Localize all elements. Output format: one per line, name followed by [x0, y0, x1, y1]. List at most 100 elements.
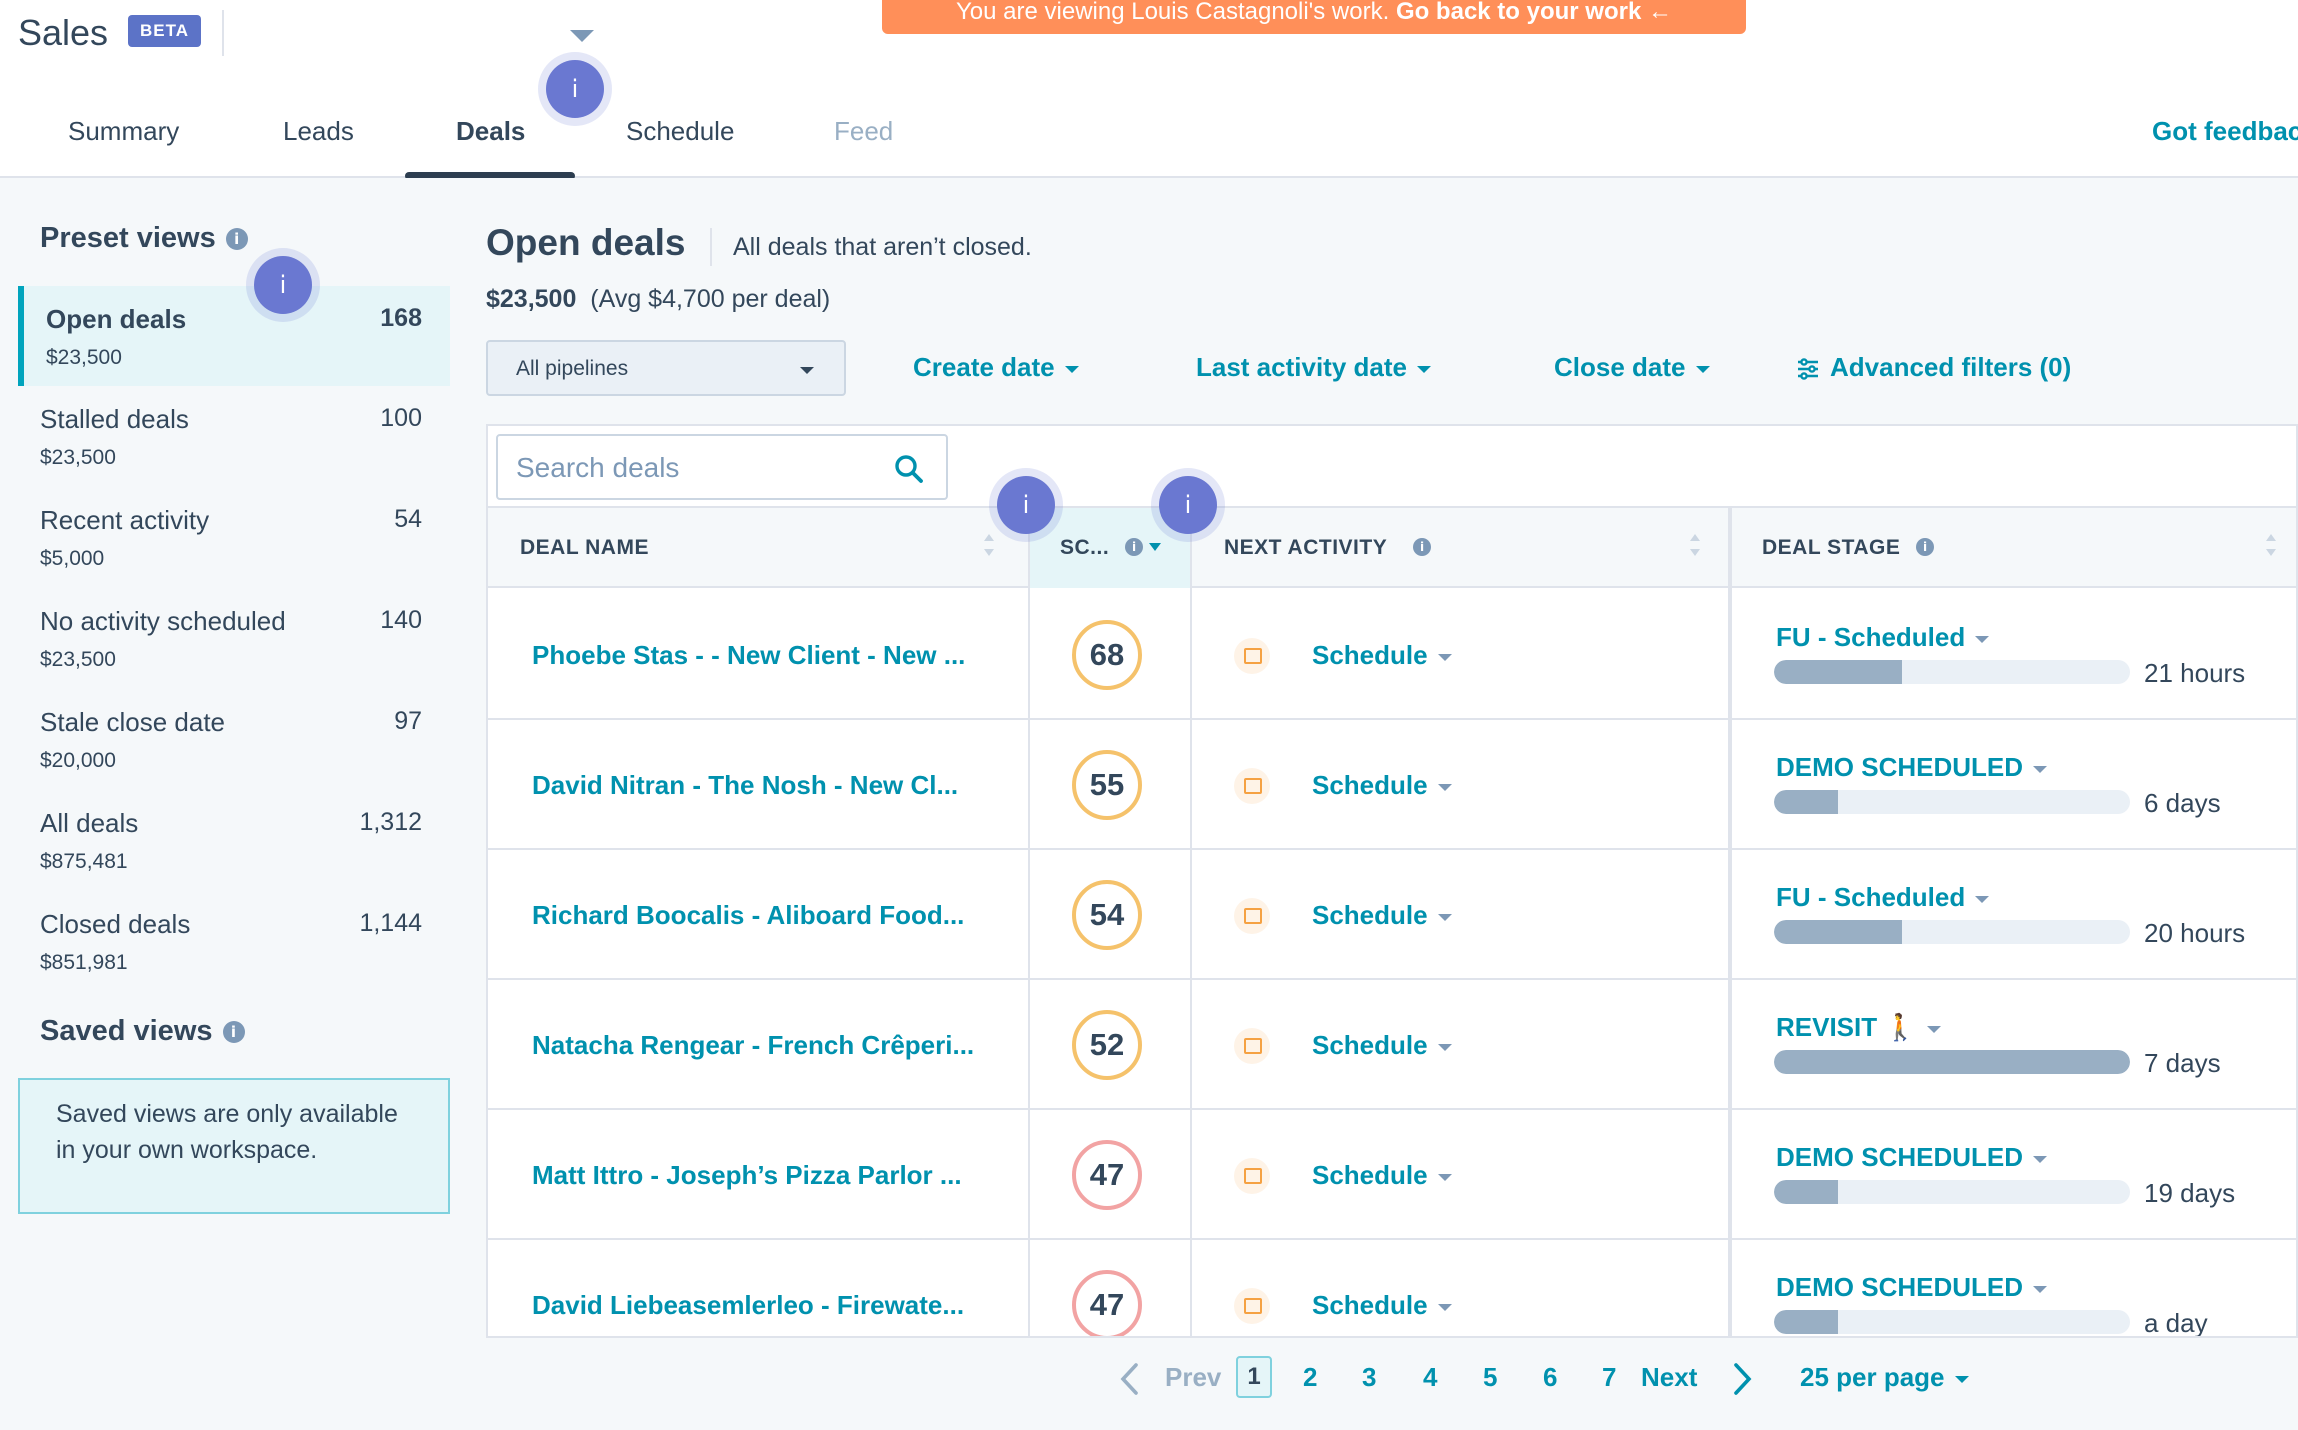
info-icon[interactable]: i	[222, 1021, 245, 1044]
table-row[interactable]: Matt Ittro - Joseph’s Pizza Parlor ... 4…	[488, 1110, 2296, 1240]
view-stale-close-date[interactable]: Stale close date 97 $20,000	[18, 689, 450, 789]
filter-label: Close date	[1554, 352, 1686, 382]
prev-page-button[interactable]: Prev	[1165, 1362, 1221, 1393]
deal-name-link[interactable]: David Liebeasemlerleo - Firewate...	[532, 1290, 1000, 1321]
table-row[interactable]: David Nitran - The Nosh - New Cl... 55 S…	[488, 720, 2296, 850]
schedule-activity-button[interactable]: Schedule	[1312, 1160, 1452, 1191]
stage-progress-bar	[1774, 660, 2130, 684]
next-activity-header[interactable]: NEXT ACTIVITY	[1224, 536, 1387, 560]
view-name: Recent activity	[40, 505, 210, 535]
sort-icon[interactable]	[1688, 530, 1702, 560]
deal-stage-select[interactable]: DEMO SCHEDULED	[1776, 752, 2048, 783]
stage-progress-bar	[1774, 920, 2130, 944]
view-all-deals[interactable]: All deals 1,312 $875,481	[18, 790, 450, 890]
pipeline-value: All pipelines	[516, 357, 629, 380]
stage-progress-bar	[1774, 1310, 2130, 1334]
deal-stage-select[interactable]: FU - Scheduled	[1776, 622, 1990, 653]
table-row[interactable]: Richard Boocalis - Aliboard Food... 54 S…	[488, 850, 2296, 980]
view-count: 1,312	[359, 808, 422, 836]
chevron-right-icon[interactable]	[1732, 1362, 1754, 1396]
chevron-down-icon	[1695, 365, 1710, 373]
score-header[interactable]: SC...	[1060, 536, 1109, 560]
stage-label: REVISIT 🚶	[1776, 1012, 1917, 1042]
schedule-activity-button[interactable]: Schedule	[1312, 900, 1452, 931]
page-6-button[interactable]: 6	[1543, 1362, 1557, 1393]
view-stalled-deals[interactable]: Stalled deals 100 $23,500	[18, 386, 450, 486]
view-amount: $5,000	[40, 547, 105, 570]
info-icon[interactable]: i	[1125, 538, 1143, 556]
page-4-button[interactable]: 4	[1423, 1362, 1437, 1393]
table-row[interactable]: Natacha Rengear - French Crêperi... 52 S…	[488, 980, 2296, 1110]
deal-name-link[interactable]: Matt Ittro - Joseph’s Pizza Parlor ...	[532, 1160, 1000, 1191]
chevron-down-icon	[1975, 635, 1990, 643]
view-no-activity-scheduled[interactable]: No activity scheduled 140 $23,500	[18, 588, 450, 688]
deal-stage-select[interactable]: DEMO SCHEDULED	[1776, 1272, 2048, 1303]
page-1-button[interactable]: 1	[1236, 1356, 1272, 1398]
create-date-filter[interactable]: Create date	[913, 352, 1079, 383]
filter-label: Advanced filters (0)	[1830, 352, 2072, 382]
chevron-left-icon[interactable]	[1118, 1362, 1140, 1396]
onboarding-beacon[interactable]: i	[546, 60, 604, 118]
saved-views-heading: Saved views i	[40, 1015, 245, 1048]
deal-name-link[interactable]: Richard Boocalis - Aliboard Food...	[532, 900, 1000, 931]
chevron-down-icon	[800, 367, 814, 374]
deal-name-link[interactable]: David Nitran - The Nosh - New Cl...	[532, 770, 1000, 801]
calendar-icon	[1234, 768, 1270, 804]
activity-label: Schedule	[1312, 1160, 1428, 1190]
info-icon[interactable]: i	[1916, 538, 1934, 556]
search-icon[interactable]	[894, 454, 924, 484]
schedule-activity-button[interactable]: Schedule	[1312, 770, 1452, 801]
per-page-select[interactable]: 25 per page	[1800, 1362, 1969, 1393]
page-2-button[interactable]: 2	[1303, 1362, 1317, 1393]
onboarding-beacon[interactable]: i	[1159, 476, 1217, 534]
schedule-activity-button[interactable]: Schedule	[1312, 640, 1452, 671]
deal-score: 47	[1072, 1270, 1142, 1336]
last-activity-date-filter[interactable]: Last activity date	[1196, 352, 1431, 383]
view-open-deals[interactable]: Open deals 168 $23,500	[18, 286, 450, 386]
view-closed-deals[interactable]: Closed deals 1,144 $851,981	[18, 891, 450, 991]
onboarding-beacon[interactable]: i	[254, 256, 312, 314]
page-3-button[interactable]: 3	[1362, 1362, 1376, 1393]
sort-icon[interactable]	[982, 530, 996, 560]
deal-stage-select[interactable]: FU - Scheduled	[1776, 882, 1990, 913]
close-date-filter[interactable]: Close date	[1554, 352, 1710, 383]
tab-leads[interactable]: Leads	[283, 116, 354, 147]
schedule-activity-button[interactable]: Schedule	[1312, 1030, 1452, 1061]
page-7-button[interactable]: 7	[1602, 1362, 1616, 1393]
feedback-link[interactable]: Got feedback	[2152, 116, 2298, 147]
stage-label: FU - Scheduled	[1776, 622, 1966, 652]
info-icon[interactable]: i	[225, 228, 248, 251]
onboarding-beacon[interactable]: i	[997, 476, 1055, 534]
page-5-button[interactable]: 5	[1483, 1362, 1497, 1393]
next-page-button[interactable]: Next	[1641, 1362, 1697, 1393]
sort-descending-icon[interactable]	[1148, 540, 1162, 554]
tab-summary[interactable]: Summary	[68, 116, 179, 147]
tab-deals[interactable]: Deals	[456, 116, 525, 147]
advanced-filters-button[interactable]: Advanced filters (0)	[1796, 352, 2071, 383]
stage-progress-bar	[1774, 790, 2130, 814]
divider	[222, 10, 224, 56]
tab-feed[interactable]: Feed	[834, 116, 893, 147]
deal-stage-header[interactable]: DEAL STAGE	[1762, 536, 1900, 560]
deal-name-header[interactable]: DEAL NAME	[520, 536, 649, 560]
deal-name-link[interactable]: Phoebe Stas - - New Client - New ...	[532, 640, 1000, 671]
app-title: Sales	[18, 12, 109, 53]
table-row[interactable]: David Liebeasemlerleo - Firewate... 47 S…	[488, 1240, 2296, 1336]
stage-progress-fill	[1774, 920, 1903, 944]
info-icon[interactable]: i	[1413, 538, 1431, 556]
go-back-link[interactable]: Go back to your work ←	[1396, 0, 1672, 25]
view-count: 97	[394, 707, 422, 735]
stage-progress-fill	[1774, 1050, 2130, 1074]
chevron-down-icon[interactable]	[570, 30, 594, 42]
schedule-activity-button[interactable]: Schedule	[1312, 1290, 1452, 1321]
deal-stage-select[interactable]: REVISIT 🚶	[1776, 1012, 1941, 1043]
view-recent-activity[interactable]: Recent activity 54 $5,000	[18, 487, 450, 587]
deals-table: DEAL NAME SC... i NEXT ACTIVITY i DEAL S…	[486, 424, 2298, 1338]
deal-name-link[interactable]: Natacha Rengear - French Crêperi...	[532, 1030, 1000, 1061]
deal-stage-select[interactable]: DEMO SCHEDULED	[1776, 1142, 2048, 1173]
pipeline-select[interactable]: All pipelines	[486, 340, 846, 396]
sort-icon[interactable]	[2264, 530, 2278, 560]
tab-schedule[interactable]: Schedule	[626, 116, 734, 147]
table-row[interactable]: Phoebe Stas - - New Client - New ... 68 …	[488, 590, 2296, 720]
search-input[interactable]	[516, 448, 876, 488]
